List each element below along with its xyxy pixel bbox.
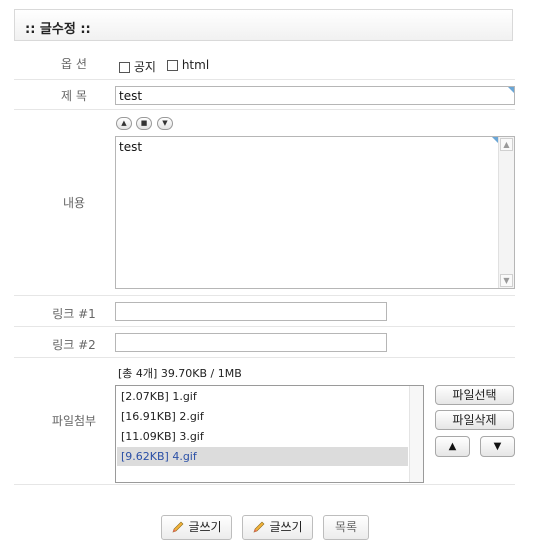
link2-input[interactable] — [115, 333, 387, 352]
subject-input[interactable]: test — [115, 86, 515, 105]
write-button-2[interactable]: 글쓰기 — [242, 515, 313, 540]
file-list-scrollbar[interactable] — [409, 386, 423, 482]
content-scrollbar[interactable]: ▲ ▼ — [498, 137, 514, 288]
content-shrink-button[interactable]: ▲ — [116, 117, 132, 130]
options-label: 옵 션 — [61, 57, 87, 71]
file-move-up-button[interactable]: ▲ — [435, 436, 470, 457]
file-select-button[interactable]: 파일선택 — [435, 385, 514, 405]
write-button-1-label: 글쓰기 — [188, 520, 222, 534]
file-delete-button[interactable]: 파일삭제 — [435, 410, 514, 430]
resize-corner-icon — [508, 87, 514, 93]
file-item[interactable]: [11.09KB] 3.gif — [117, 427, 408, 446]
notice-option[interactable]: 공지 — [119, 58, 156, 75]
content-textarea[interactable]: test ▲ ▼ — [115, 136, 515, 289]
notice-checkbox[interactable] — [119, 62, 130, 73]
file-move-down-button[interactable]: ▼ — [480, 436, 515, 457]
pencil-icon — [253, 521, 265, 533]
html-checkbox[interactable] — [167, 60, 178, 71]
file-item[interactable]: [2.07KB] 1.gif — [117, 387, 408, 406]
content-reset-button[interactable]: ■ — [136, 117, 152, 130]
options-row: 옵 션 — [14, 46, 515, 80]
attach-summary: [총 4개] 39.70KB / 1MB — [118, 367, 242, 380]
pencil-icon — [172, 521, 184, 533]
page-title-bar: :: 글수정 :: — [14, 9, 513, 41]
list-button[interactable]: 목록 — [323, 515, 369, 540]
write-button-1[interactable]: 글쓰기 — [161, 515, 232, 540]
html-option[interactable]: html — [167, 58, 209, 72]
file-item-selected[interactable]: [9.62KB] 4.gif — [117, 447, 408, 466]
scroll-down-icon[interactable]: ▼ — [500, 274, 513, 287]
subject-value: test — [119, 89, 143, 103]
html-label: html — [181, 58, 210, 72]
content-expand-button[interactable]: ▼ — [157, 117, 173, 130]
page-title: :: 글수정 :: — [25, 22, 91, 37]
attach-file-list[interactable]: [2.07KB] 1.gif [16.91KB] 2.gif [11.09KB]… — [115, 385, 424, 483]
scroll-up-icon[interactable]: ▲ — [500, 138, 513, 151]
file-item[interactable]: [16.91KB] 2.gif — [117, 407, 408, 426]
resize-corner-icon — [492, 137, 498, 143]
link1-input[interactable] — [115, 302, 387, 321]
write-button-2-label: 글쓰기 — [269, 520, 303, 534]
content-value: test — [119, 140, 143, 154]
notice-label: 공지 — [133, 60, 156, 74]
